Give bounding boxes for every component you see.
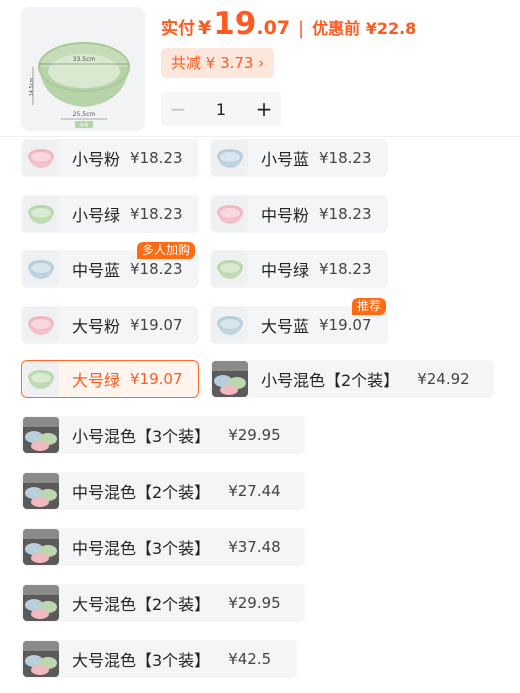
sku-option-name: 小号绿 [72,206,121,225]
basin-set-icon [23,417,59,453]
original-price: 优惠前 ¥22.8 [312,19,417,38]
basin-set-icon [23,585,59,621]
sku-option-name: 小号蓝 [261,150,310,169]
sku-option-price: ¥19.07 [130,370,183,388]
sku-option-name: 小号粉 [72,150,121,169]
dim-side-label: 14.5cm [29,78,35,97]
sku-option-name: 大号蓝 [261,317,310,336]
basin-icon [23,140,59,176]
sku-option[interactable]: 小号蓝 ¥18.23 [210,139,388,177]
increase-button[interactable]: + [247,92,281,126]
sku-option-price: ¥19.07 [130,316,183,334]
sku-option[interactable]: 大号绿 ¥19.07 [21,360,199,398]
sku-option[interactable]: 小号混色【2个装】 ¥24.92 [210,360,494,398]
sku-option[interactable]: 小号绿 ¥18.23 [21,195,199,233]
sku-option[interactable]: 中号绿 ¥18.23 [210,250,388,288]
sku-option-price: ¥24.92 [417,370,470,388]
basin-icon [212,307,248,343]
sku-option[interactable]: 大号混色【2个装】 ¥29.95 [21,584,305,622]
dim-bottom-label: 25.5cm [73,111,96,118]
sku-option[interactable]: 小号粉 ¥18.23 [21,139,199,177]
price-row: 实付 ¥ 19 .07 | 优惠前 ¥22.8 [161,6,416,42]
header-divider [0,136,520,137]
sku-option-price: ¥18.23 [130,260,183,278]
sku-option[interactable]: 大号混色【3个装】 ¥42.5 [21,640,297,678]
size-tag: 大号 [80,122,89,129]
sku-option-price: ¥18.23 [130,149,183,167]
option-badge: 多人加购 [137,242,196,259]
basin-icon [23,251,59,287]
sku-option-name: 大号绿 [72,371,121,390]
sku-option-price: ¥37.48 [228,538,281,556]
basin-icon [212,196,248,232]
discount-detail-button[interactable]: 共减 ¥ 3.73 › [161,48,275,78]
basin-icon [212,251,248,287]
sku-option-price: ¥42.5 [228,650,272,668]
basin-set-icon [23,529,59,565]
price-decimal: .07 [256,17,291,39]
basin-set-icon [212,361,248,397]
basin-icon [23,196,59,232]
sku-option-name: 小号混色【2个装】 [261,371,400,390]
basin-icon [212,140,248,176]
sku-option[interactable]: 大号粉 ¥19.07 [21,306,199,344]
price-integer: 19 [213,6,257,42]
sku-option-name: 大号混色【2个装】 [72,595,211,614]
dim-top-label: 33.5cm [73,56,96,63]
sku-option-name: 中号混色【3个装】 [72,539,211,558]
basin-set-icon [23,641,59,677]
sku-option-price: ¥18.23 [319,149,372,167]
sku-option-name: 小号混色【3个装】 [72,427,211,446]
sku-option-name: 大号混色【3个装】 [72,651,211,670]
sku-option[interactable]: 中号混色【3个装】 ¥37.48 [21,528,305,566]
basin-image: 33.5cm 14.5cm 25.5cm 大号 [21,7,145,131]
sku-option-price: ¥18.23 [319,260,372,278]
sku-option-name: 中号粉 [261,206,310,225]
basin-icon [23,361,59,397]
sku-option-price: ¥29.95 [228,594,281,612]
quantity-stepper: − 1 + [161,92,281,126]
option-badge: 推荐 [352,298,387,315]
sku-option-name: 中号蓝 [72,261,121,280]
sku-option-price: ¥27.44 [228,482,281,500]
currency-symbol: ¥ [198,17,212,39]
quantity-value[interactable]: 1 [195,100,247,119]
sku-option-price: ¥29.95 [228,426,281,444]
sku-option[interactable]: 小号混色【3个装】 ¥29.95 [21,416,305,454]
basin-set-icon [23,473,59,509]
sku-option-name: 大号粉 [72,317,121,336]
sku-option[interactable]: 中号混色【2个装】 ¥27.44 [21,472,305,510]
sku-option-name: 中号混色【2个装】 [72,483,211,502]
paid-label: 实付 [161,19,195,39]
sku-option[interactable]: 中号粉 ¥18.23 [210,195,388,233]
basin-icon [23,307,59,343]
sku-option-price: ¥18.23 [130,205,183,223]
product-header: 33.5cm 14.5cm 25.5cm 大号 实付 ¥ 19 .07 | 优惠… [0,0,520,135]
product-image[interactable]: 33.5cm 14.5cm 25.5cm 大号 [21,7,145,131]
sku-option-name: 中号绿 [261,261,310,280]
price-separator: | [298,18,305,39]
decrease-button[interactable]: − [161,92,195,126]
sku-option-price: ¥19.07 [319,316,372,334]
sku-option-price: ¥18.23 [319,205,372,223]
